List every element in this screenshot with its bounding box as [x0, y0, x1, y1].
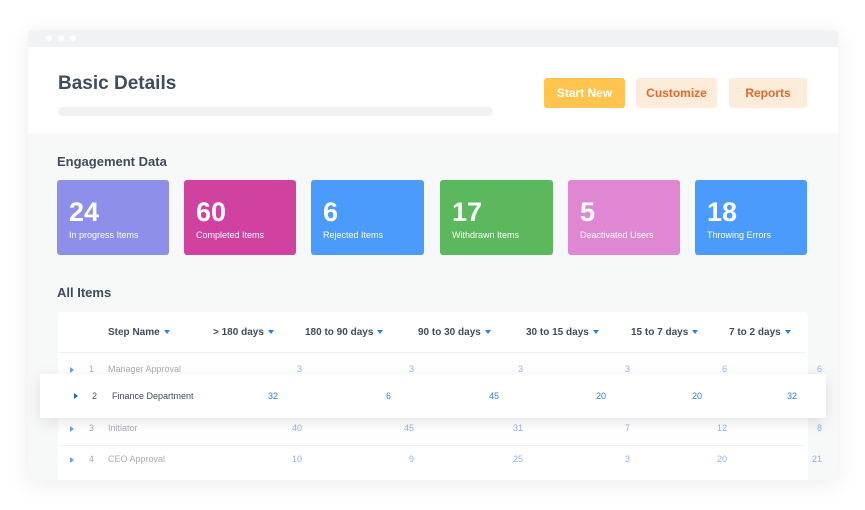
row-index: 3 [89, 423, 95, 433]
step-name: CEO Approval [108, 454, 166, 464]
cell-value: 20 [716, 454, 727, 464]
cell-value: 31 [512, 423, 523, 433]
stat-label: Rejected Items [323, 230, 384, 240]
cell-value: 9 [408, 454, 414, 464]
stat-value: 24 [69, 197, 100, 227]
start-new-button[interactable]: Start New [544, 78, 625, 108]
page-title: Basic Details [58, 73, 177, 94]
table-row[interactable]: 4 CEO Approval 10 9 25 3 20 21 [58, 451, 822, 471]
stat-card[interactable]: 5 Deactivated Users [568, 180, 680, 255]
all-items-title: All Items [57, 285, 112, 300]
stat-label: In progress Items [69, 230, 139, 240]
cell-value: 7 [624, 423, 630, 433]
column-header[interactable]: 30 to 15 days [526, 327, 599, 338]
stat-value: 60 [196, 197, 227, 227]
sort-caret-icon [163, 330, 170, 335]
stat-card[interactable]: 60 Completed Items [184, 180, 296, 255]
stat-card[interactable]: 18 Throwing Errors [695, 180, 807, 255]
stat-card[interactable]: 17 Withdrawn Items [440, 180, 553, 255]
step-name: Initiator [108, 423, 138, 433]
cell-value: 6 [721, 364, 727, 374]
stat-value: 17 [452, 197, 483, 227]
cell-value: 6 [385, 391, 391, 401]
column-header-label: Step Name [108, 327, 160, 338]
column-header-label: 30 to 15 days [526, 327, 589, 338]
window-dot [58, 35, 64, 41]
divider [60, 445, 806, 446]
stat-value: 6 [323, 197, 339, 227]
engagement-section-title: Engagement Data [57, 154, 167, 169]
stat-card[interactable]: 24 In progress Items [57, 180, 169, 255]
cell-value: 20 [691, 391, 702, 401]
column-header[interactable]: Step Name [108, 327, 170, 338]
step-name: Finance Department [112, 391, 194, 401]
cell-value: 3 [296, 364, 302, 374]
stat-value: 18 [707, 197, 738, 227]
sort-caret-icon [592, 330, 599, 335]
column-header[interactable]: > 180 days [213, 327, 274, 338]
column-header[interactable]: 15 to 7 days [631, 327, 699, 338]
window-dot [46, 35, 52, 41]
column-header-label: 7 to 2 days [729, 327, 781, 338]
cell-value: 3 [408, 364, 414, 374]
column-header-label: > 180 days [213, 327, 264, 338]
column-header[interactable]: 90 to 30 days [418, 327, 491, 338]
sort-caret-icon [484, 330, 491, 335]
expand-icon[interactable] [70, 457, 74, 463]
cell-value: 12 [716, 423, 727, 433]
cell-value: 6 [816, 364, 822, 374]
cell-value: 32 [267, 391, 278, 401]
cell-value: 3 [624, 454, 630, 464]
cell-value: 8 [816, 423, 822, 433]
window-titlebar [28, 30, 838, 47]
cell-value: 45 [488, 391, 499, 401]
stat-label: Deactivated Users [580, 230, 654, 240]
cell-value: 32 [786, 391, 797, 401]
stat-label: Completed Items [196, 230, 265, 240]
cell-value: 25 [512, 454, 523, 464]
column-header[interactable]: 7 to 2 days [729, 327, 791, 338]
window-dot [70, 35, 76, 41]
row-index: 2 [92, 391, 98, 401]
cell-value: 45 [403, 423, 414, 433]
cell-value: 40 [291, 423, 302, 433]
column-header-label: 180 to 90 days [305, 327, 374, 338]
sort-caret-icon [377, 330, 384, 335]
row-index: 1 [89, 364, 95, 374]
cell-value: 21 [811, 454, 822, 464]
sort-caret-icon [784, 330, 791, 335]
progress-bar [58, 107, 493, 116]
expand-icon[interactable] [70, 367, 74, 373]
table-row[interactable]: 3 Initiator 40 45 31 7 12 8 [58, 420, 822, 440]
cell-value: 20 [595, 391, 606, 401]
customize-button[interactable]: Customize [636, 78, 717, 108]
stat-label: Throwing Errors [707, 230, 772, 240]
divider [60, 352, 806, 353]
expand-icon[interactable] [70, 426, 74, 432]
column-header-label: 15 to 7 days [631, 327, 689, 338]
cell-value: 10 [291, 454, 302, 464]
stat-card[interactable]: 6 Rejected Items [311, 180, 424, 255]
stat-value: 5 [580, 197, 596, 227]
column-header[interactable]: 180 to 90 days [305, 327, 384, 338]
cell-value: 3 [624, 364, 630, 374]
step-name: Manager Approval [108, 364, 182, 374]
cell-value: 3 [517, 364, 523, 374]
column-header-label: 90 to 30 days [418, 327, 481, 338]
row-index: 4 [89, 454, 95, 464]
stat-label: Withdrawn Items [452, 230, 520, 240]
reports-button[interactable]: Reports [729, 78, 807, 108]
sort-caret-icon [692, 330, 699, 335]
page-header: Basic Details Start New Customize Report… [28, 47, 838, 133]
table-row-highlighted[interactable]: 2 Finance Department 32 6 45 20 20 32 [40, 374, 826, 418]
sort-caret-icon [267, 330, 274, 335]
expand-icon[interactable] [74, 393, 78, 399]
